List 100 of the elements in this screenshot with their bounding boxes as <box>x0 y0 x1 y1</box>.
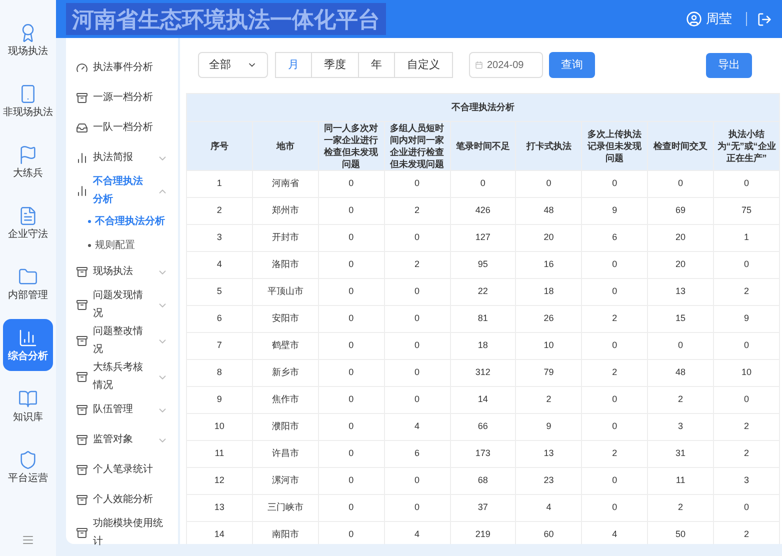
gauge-icon <box>76 62 88 74</box>
table-cell: 9 <box>714 306 780 332</box>
rail-item[interactable]: 现场执法 <box>3 14 53 66</box>
table-cell: 20 <box>516 224 582 252</box>
table-cell: 焦作市 <box>252 386 318 414</box>
menu-item[interactable]: 一队一档分析 <box>76 113 168 143</box>
folder-icon <box>18 267 38 287</box>
menu-item[interactable]: 不合理执法分析 <box>76 173 168 209</box>
table-cell: 13 <box>516 440 582 468</box>
rail-item[interactable]: 企业守法 <box>3 197 53 249</box>
menu-item[interactable]: 监管对象 <box>76 425 168 455</box>
table-cell: 安阳市 <box>252 306 318 332</box>
rail-item[interactable]: 平台运营 <box>3 441 53 493</box>
table-cell: 0 <box>318 494 384 522</box>
column-header: 多次上传执法记录但未发现问题 <box>582 122 648 170</box>
table-cell: 0 <box>582 170 648 198</box>
table-cell: 0 <box>582 468 648 494</box>
menu-item[interactable]: 个人笔录统计 <box>76 455 168 485</box>
table-cell: 0 <box>582 252 648 278</box>
table-cell: 0 <box>648 170 714 198</box>
table-cell: 1 <box>186 170 252 198</box>
logout-icon[interactable] <box>757 12 772 26</box>
period-tab[interactable]: 年 <box>358 52 395 78</box>
bar-chart-icon <box>76 185 88 197</box>
date-field[interactable]: 2024-09 <box>469 52 543 78</box>
rail-item[interactable]: 知识库 <box>3 380 53 432</box>
table-cell: 2 <box>516 386 582 414</box>
flag-icon <box>18 145 38 165</box>
menu-icon[interactable] <box>22 534 34 546</box>
menu-item[interactable]: 大练兵考核情况 <box>76 359 168 395</box>
table-cell: 2 <box>384 252 450 278</box>
table-cell: 2 <box>714 414 780 440</box>
rail-item[interactable]: 非现场执法 <box>3 75 53 127</box>
table-cell: 0 <box>318 224 384 252</box>
table-cell: 2 <box>384 198 450 224</box>
table-cell: 11 <box>186 440 252 468</box>
table-cell: 10 <box>186 414 252 440</box>
table-cell: 2 <box>582 360 648 386</box>
inbox-icon <box>76 122 88 134</box>
menu-item[interactable]: 问题整改情况 <box>76 323 168 359</box>
user-name[interactable]: 周莹 <box>706 9 732 29</box>
scope-select[interactable]: 全部 <box>198 52 268 78</box>
query-button[interactable]: 查询 <box>549 52 595 78</box>
submenu-item[interactable]: 不合理执法分析 <box>76 209 168 233</box>
period-tab[interactable]: 月 <box>275 52 312 78</box>
table-cell: 127 <box>450 224 516 252</box>
menu-item[interactable]: 一源一档分析 <box>76 83 168 113</box>
table-cell: 6 <box>186 306 252 332</box>
menu-item[interactable]: 队伍管理 <box>76 395 168 425</box>
table-cell: 0 <box>516 170 582 198</box>
table-cell: 2 <box>582 306 648 332</box>
table-cell: 312 <box>450 360 516 386</box>
menu-item[interactable]: 个人效能分析 <box>76 485 168 515</box>
table-cell: 0 <box>384 224 450 252</box>
table-cell: 4 <box>516 494 582 522</box>
table-cell: 0 <box>318 414 384 440</box>
menu-item[interactable]: 执法简报 <box>76 143 168 173</box>
box-icon <box>76 494 88 506</box>
table-cell: 0 <box>384 494 450 522</box>
submenu-item[interactable]: 规则配置 <box>76 233 168 257</box>
period-tab[interactable]: 自定义 <box>394 52 453 78</box>
table-cell: 0 <box>318 332 384 360</box>
table-cell: 0 <box>384 278 450 306</box>
table-cell: 0 <box>714 332 780 360</box>
rail-item[interactable]: 大练兵 <box>3 136 53 188</box>
menu-item[interactable]: 执法事件分析 <box>76 53 168 83</box>
table-cell: 10 <box>516 332 582 360</box>
table-cell: 15 <box>648 306 714 332</box>
table-cell: 0 <box>384 386 450 414</box>
table-cell: 6 <box>582 224 648 252</box>
table-cell: 8 <box>186 360 252 386</box>
rail-item[interactable]: 内部管理 <box>3 258 53 310</box>
table-cell: 23 <box>516 468 582 494</box>
menu-item[interactable]: 问题发现情况 <box>76 287 168 323</box>
box-icon <box>76 335 88 347</box>
table-cell: 0 <box>582 278 648 306</box>
column-header: 打卡式执法 <box>516 122 582 170</box>
export-button[interactable]: 导出 <box>706 52 752 78</box>
table-cell: 9 <box>186 386 252 414</box>
document-icon <box>18 206 38 226</box>
table-cell: 173 <box>450 440 516 468</box>
table-cell: 0 <box>318 440 384 468</box>
table-cell: 0 <box>582 332 648 360</box>
table-cell: 0 <box>582 494 648 522</box>
table-cell: 0 <box>384 360 450 386</box>
table-cell: 48 <box>648 360 714 386</box>
table-cell: 平顶山市 <box>252 278 318 306</box>
table-cell: 13 <box>648 278 714 306</box>
table-cell: 6 <box>384 440 450 468</box>
table-cell: 0 <box>318 468 384 494</box>
rail-item[interactable]: 综合分析 <box>3 319 53 371</box>
table-cell: 16 <box>516 252 582 278</box>
calendar-icon <box>475 61 483 69</box>
table-cell: 0 <box>318 306 384 332</box>
menu-item[interactable]: 功能模块使用统计 <box>76 515 168 551</box>
menu-item[interactable]: 现场执法 <box>76 257 168 287</box>
table-cell: 郑州市 <box>252 198 318 224</box>
box-icon <box>76 266 88 278</box>
user-icon <box>686 11 702 27</box>
period-tab[interactable]: 季度 <box>311 52 359 78</box>
